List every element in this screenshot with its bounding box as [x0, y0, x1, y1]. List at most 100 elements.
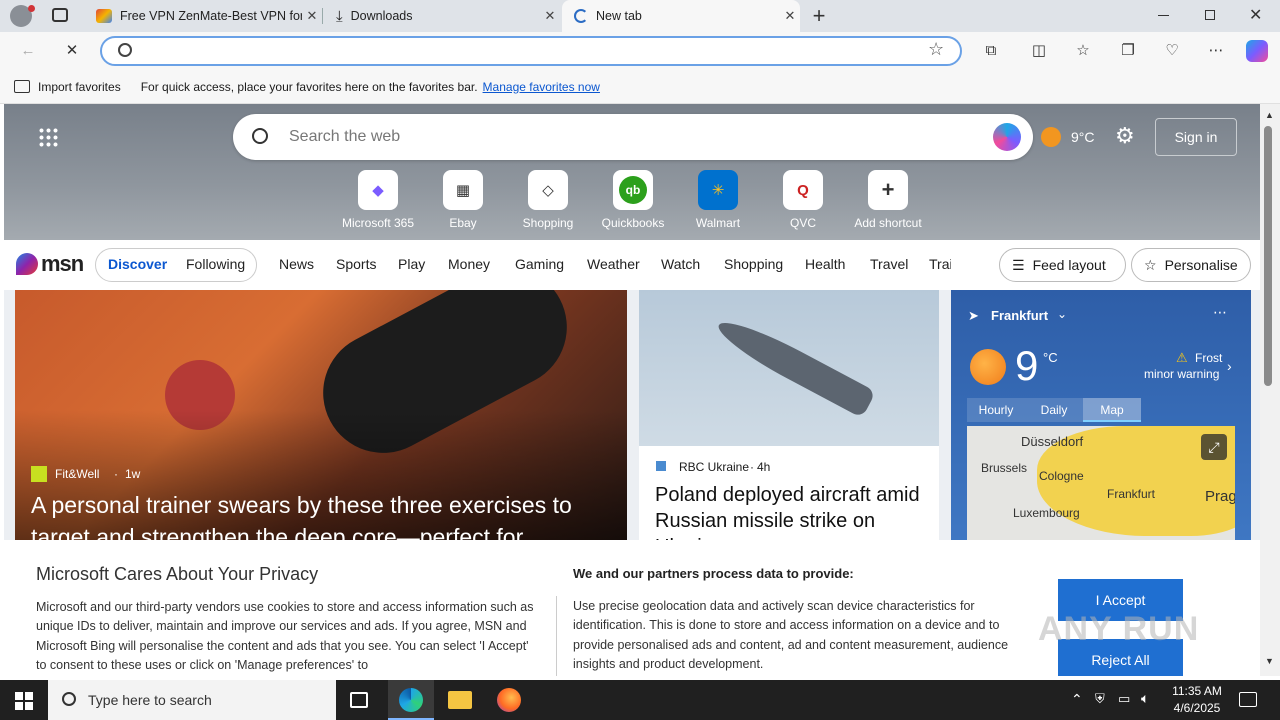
nav-play[interactable]: Play: [398, 256, 425, 272]
nav-shopping[interactable]: Shopping: [724, 256, 783, 272]
shortcut-shopping[interactable]: ◇ Shopping: [508, 170, 588, 230]
warning-subtitle[interactable]: minor warning: [1144, 367, 1219, 381]
nav-health[interactable]: Health: [805, 256, 845, 272]
weather-city[interactable]: Frankfurt: [991, 308, 1048, 323]
source-logo-icon: [31, 466, 47, 482]
shortcut-qvc[interactable]: Q QVC: [763, 170, 843, 230]
copilot-icon[interactable]: [1246, 40, 1268, 62]
address-input[interactable]: ☆: [100, 36, 962, 66]
new-tab-plus-icon[interactable]: +: [808, 3, 830, 29]
expand-icon[interactable]: ⤢: [1201, 434, 1227, 460]
minimize-icon[interactable]: [1158, 15, 1169, 16]
close-window-icon[interactable]: ✕: [1249, 5, 1262, 25]
stop-loading-icon[interactable]: ✕: [61, 41, 83, 61]
feed-layout-button[interactable]: ☰ Feed layout: [999, 248, 1126, 282]
tab-zenmate[interactable]: Free VPN ZenMate-Best VPN for ✕: [84, 0, 322, 32]
firefox-icon[interactable]: [497, 688, 521, 712]
tab-daily[interactable]: Daily: [1025, 398, 1083, 422]
settings-gear-icon[interactable]: ⚙: [1115, 123, 1135, 149]
chevron-down-icon[interactable]: ⌄: [1057, 307, 1067, 321]
browser-essentials-icon[interactable]: ♡: [1161, 41, 1183, 61]
msn-logo[interactable]: msn: [16, 251, 84, 277]
nav-news[interactable]: News: [279, 256, 314, 272]
network-icon[interactable]: ▭: [1118, 691, 1130, 707]
favorites-hint: For quick access, place your favorites h…: [140, 79, 478, 94]
search-icon: [118, 43, 132, 57]
msn-logo-text: msn: [41, 251, 84, 276]
split-screen-icon[interactable]: ◫: [1028, 41, 1050, 61]
scroll-down-icon[interactable]: ▼: [1265, 656, 1274, 666]
edge-taskbar-icon[interactable]: [388, 680, 434, 720]
weather-card[interactable]: ➤ Frankfurt ⌄ ⋯ 9 °C ⚠ Frost minor warni…: [951, 290, 1251, 550]
search-icon: [252, 128, 268, 144]
download-icon: ⤓: [336, 7, 343, 25]
personalise-label: Personalise: [1164, 257, 1238, 273]
news-card-secondary[interactable]: RBC Ukraine · 4h Poland deployed aircraf…: [639, 290, 939, 550]
shortcut-add[interactable]: + Add shortcut: [848, 170, 928, 230]
tray-security-icon[interactable]: ⛨: [1095, 691, 1105, 707]
nav-weather[interactable]: Weather: [587, 256, 640, 272]
warning-icon: ⚠: [1176, 350, 1188, 365]
nav-money[interactable]: Money: [448, 256, 490, 272]
taskbar-search-placeholder: Type here to search: [88, 692, 212, 708]
windows-start-icon[interactable]: [15, 692, 33, 710]
news-card-main[interactable]: Fit&Well · 1w A personal trainer swears …: [15, 290, 627, 550]
chevron-right-icon[interactable]: ›: [1227, 358, 1232, 374]
close-tab-icon[interactable]: ✕: [780, 8, 800, 24]
shortcut-walmart[interactable]: ✳ Walmart: [678, 170, 758, 230]
personalise-button[interactable]: ☆ Personalise: [1131, 248, 1251, 282]
shortcut-label: Walmart: [695, 216, 741, 230]
nav-traffic[interactable]: Trai: [929, 256, 951, 272]
scroll-up-icon[interactable]: ▲: [1265, 110, 1274, 120]
shortcut-ebay[interactable]: ▦ Ebay: [423, 170, 503, 230]
tab-actions-icon[interactable]: [52, 8, 68, 22]
quickbooks-icon: qb: [613, 170, 653, 210]
clock-time[interactable]: 11:35 AM: [1169, 684, 1225, 698]
page-scrollbar[interactable]: ▲ ▼: [1260, 104, 1280, 676]
tab-downloads[interactable]: ⤓ Downloads ✕: [324, 0, 560, 32]
close-tab-icon[interactable]: ✕: [540, 8, 560, 24]
weather-map[interactable]: Düsseldorf Brussels Cologne Frankfurt Lu…: [967, 426, 1235, 550]
more-menu-icon[interactable]: ⋯: [1205, 41, 1227, 61]
tab-map[interactable]: Map: [1083, 398, 1141, 422]
extensions-icon[interactable]: ⧉: [980, 41, 1002, 61]
more-options-icon[interactable]: ⋯: [1213, 304, 1227, 321]
sign-in-button[interactable]: Sign in: [1155, 118, 1237, 156]
app-launcher-icon[interactable]: [38, 127, 58, 147]
nav-watch[interactable]: Watch: [661, 256, 700, 272]
privacy-body: Microsoft and our third-party vendors us…: [36, 600, 534, 673]
notification-dot: [28, 5, 35, 12]
shortcut-quickbooks[interactable]: qb Quickbooks: [593, 170, 673, 230]
notifications-icon[interactable]: [1239, 692, 1257, 707]
tab-discover[interactable]: Discover: [108, 256, 167, 272]
scroll-thumb[interactable]: [1264, 126, 1272, 386]
nav-travel[interactable]: Travel: [870, 256, 908, 272]
volume-icon[interactable]: 🔈︎: [1141, 690, 1149, 707]
favorite-star-icon[interactable]: ☆: [928, 39, 944, 60]
task-view-icon[interactable]: [350, 692, 368, 708]
file-explorer-icon[interactable]: [448, 691, 472, 709]
privacy-subbody: Use precise geolocation data and activel…: [573, 599, 1009, 672]
tab-new-tab[interactable]: New tab ✕: [562, 0, 800, 32]
tab-hourly[interactable]: Hourly: [967, 398, 1025, 422]
nav-gaming[interactable]: Gaming: [515, 256, 564, 272]
tab-following[interactable]: Following: [186, 256, 245, 272]
collections-icon[interactable]: ❐: [1117, 41, 1139, 61]
web-search-box[interactable]: Search the web: [233, 114, 1033, 160]
clock-date[interactable]: 4/6/2025: [1169, 701, 1225, 715]
copilot-search-icon[interactable]: [993, 123, 1021, 151]
hero-weather-temp[interactable]: 9°C: [1071, 129, 1095, 145]
restore-icon[interactable]: [1205, 10, 1215, 20]
back-arrow-icon[interactable]: ←: [17, 41, 39, 61]
close-tab-icon[interactable]: ✕: [302, 8, 322, 24]
manage-favorites-link[interactable]: Manage favorites now: [483, 80, 600, 94]
nav-sports[interactable]: Sports: [336, 256, 376, 272]
import-favorites-button[interactable]: Import favorites: [38, 80, 121, 94]
map-label: Brussels: [981, 461, 1028, 475]
favorites-icon[interactable]: ☆: [1072, 41, 1094, 61]
source-logo-icon: [656, 461, 666, 471]
taskbar-search-box[interactable]: Type here to search: [48, 680, 336, 720]
shortcut-microsoft-365[interactable]: ◆ Microsoft 365: [338, 170, 418, 230]
warning-title[interactable]: Frost: [1195, 351, 1222, 365]
tray-chevron-icon[interactable]: ⌃: [1071, 691, 1083, 708]
